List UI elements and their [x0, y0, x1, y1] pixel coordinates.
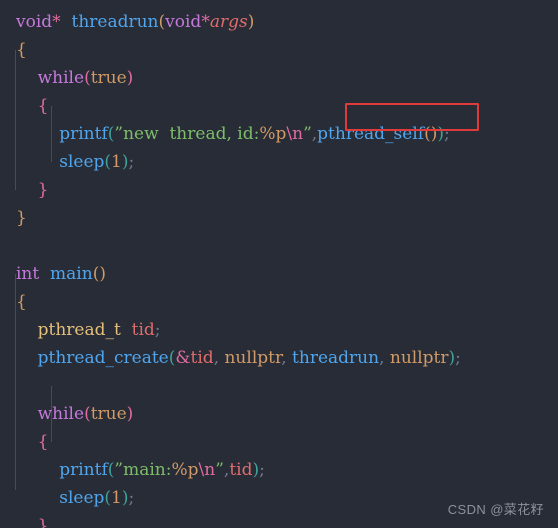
code-line[interactable]: pthread_create(&tid, nullptr, threadrun,… [0, 344, 558, 372]
code-token: sleep [59, 152, 105, 172]
code-token: ) [247, 12, 255, 32]
code-token: ) [126, 404, 134, 424]
code-line[interactable] [0, 372, 558, 400]
code-token: tid [229, 460, 253, 480]
code-token: int [16, 264, 40, 284]
code-line[interactable]: { [0, 36, 558, 64]
code-token: ” [303, 124, 312, 144]
code-token: threadrun [71, 12, 159, 32]
code-token: tid [131, 320, 155, 340]
code-token: } [16, 208, 27, 228]
code-token: \n [198, 460, 216, 480]
code-token: { [16, 40, 27, 60]
code-token: pthread_self [317, 124, 425, 144]
code-token: printf [59, 460, 108, 480]
code-token: while [37, 404, 85, 424]
code-token: { [37, 432, 49, 452]
code-token: ” [114, 460, 124, 480]
code-token: * [201, 12, 210, 32]
code-token: main [50, 264, 93, 284]
code-token: args [209, 12, 248, 32]
code-line[interactable]: { [0, 288, 558, 316]
code-token: & [175, 348, 191, 368]
code-token: ( [424, 124, 431, 144]
code-token: ; [128, 488, 135, 508]
code-token: ) [121, 488, 129, 508]
code-token: * [52, 12, 61, 32]
csdn-watermark: CSDN @菜花籽 [447, 502, 544, 517]
code-token: printf [59, 124, 108, 144]
code-token: , [379, 348, 390, 368]
code-screenshot: void* threadrun(void*args){ while(true) … [0, 0, 558, 528]
code-token: ) [99, 264, 106, 284]
code-line[interactable] [0, 232, 558, 260]
code-token: ” [215, 460, 224, 480]
code-editor-surface[interactable]: void* threadrun(void*args){ while(true) … [0, 0, 558, 528]
code-token: { [37, 96, 49, 116]
code-token: while [37, 68, 85, 88]
code-line[interactable]: { [0, 428, 558, 456]
code-token: ; [259, 460, 265, 480]
code-token: { [16, 292, 27, 312]
code-token: sleep [59, 488, 105, 508]
code-token: ( [84, 68, 91, 88]
code-token: ) [437, 124, 444, 144]
code-token: } [37, 180, 49, 200]
code-token: ) [121, 152, 129, 172]
code-token: ” [114, 124, 124, 144]
code-token: true [90, 404, 127, 424]
code-line[interactable]: printf(”new thread, id:%p\n”,pthread_sel… [0, 120, 558, 148]
code-token: nullptr [224, 348, 282, 368]
code-line[interactable]: while(true) [0, 400, 558, 428]
code-token: %p [259, 124, 287, 144]
code-token: nullptr [389, 348, 449, 368]
code-token: main: [123, 460, 172, 480]
code-line[interactable]: } [0, 176, 558, 204]
code-token: ; [128, 152, 135, 172]
code-token: ; [154, 320, 161, 340]
code-line[interactable]: } [0, 204, 558, 232]
code-token: tid [190, 348, 214, 368]
code-token: 1 [111, 152, 122, 172]
code-token: ; [455, 348, 461, 368]
code-token: 1 [111, 488, 122, 508]
code-token: \n [286, 124, 304, 144]
code-token: , [281, 348, 293, 368]
code-token: ) [126, 68, 134, 88]
code-token: true [90, 68, 127, 88]
code-token: } [37, 516, 49, 528]
code-line[interactable]: { [0, 92, 558, 120]
code-line[interactable]: pthread_t tid; [0, 316, 558, 344]
code-line[interactable]: int main() [0, 260, 558, 288]
code-line[interactable]: void* threadrun(void*args) [0, 8, 558, 36]
code-token: %p [171, 460, 199, 480]
code-token: void [165, 12, 202, 32]
code-token: ( [84, 404, 91, 424]
code-line[interactable]: while(true) [0, 64, 558, 92]
code-token: ; [443, 124, 450, 144]
code-token: void [16, 12, 53, 32]
code-token: pthread_create [37, 348, 169, 368]
code-line[interactable]: sleep(1); [0, 148, 558, 176]
code-line[interactable]: printf(”main:%p\n”,tid); [0, 456, 558, 484]
code-token: threadrun [292, 348, 380, 368]
code-token: pthread_t [37, 320, 121, 340]
code-token: new thread, id: [123, 124, 260, 144]
code-token: , [213, 348, 225, 368]
